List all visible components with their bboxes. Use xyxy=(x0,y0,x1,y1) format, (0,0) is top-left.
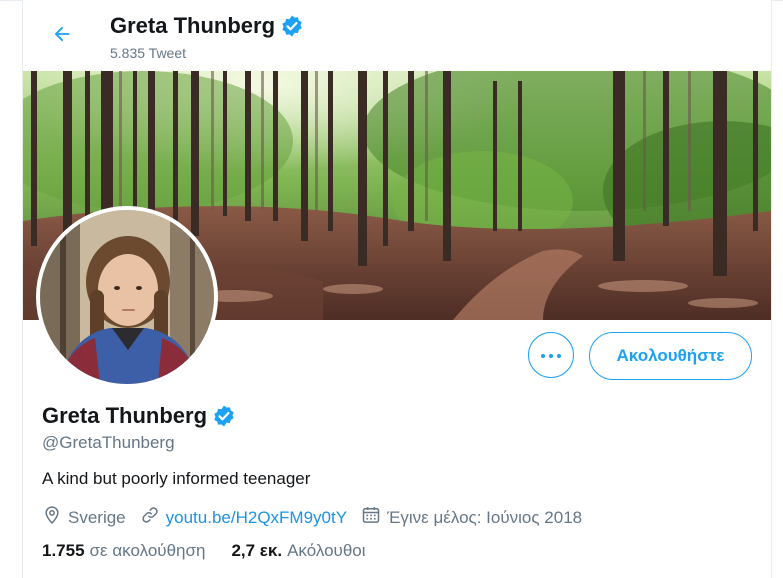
calendar-icon xyxy=(361,505,387,530)
more-options-button[interactable] xyxy=(528,332,574,378)
profile-name-row: Greta Thunberg xyxy=(42,402,236,430)
back-button[interactable] xyxy=(43,17,81,55)
profile-handle: @GretaThunberg xyxy=(42,433,175,452)
joined-item: Έγινε μέλος: Ιούνιος 2018 xyxy=(361,505,582,530)
following-count: 1.755 xyxy=(42,541,85,560)
website-link[interactable]: youtu.be/H2QxFM9y0tY xyxy=(166,508,347,528)
profile-header: Greta Thunberg 5.835 Tweet xyxy=(23,0,771,70)
follow-button[interactable]: Ακολουθήστε xyxy=(589,332,752,380)
link-icon xyxy=(140,505,166,530)
verified-badge-icon xyxy=(280,14,304,38)
profile-stats-row: 1.755 σε ακολούθηση 2,7 εκ. Ακόλουθοι xyxy=(42,541,392,561)
location-item: Sverige xyxy=(42,505,126,530)
followers-count: 2,7 εκ. xyxy=(231,541,283,560)
arrow-left-icon xyxy=(51,23,73,50)
followers-label: Ακόλουθοι xyxy=(287,541,366,560)
followers-stat[interactable]: 2,7 εκ. Ακόλουθοι xyxy=(231,541,365,561)
location-text: Sverige xyxy=(68,507,126,527)
verified-badge-icon xyxy=(212,404,236,428)
following-stat[interactable]: 1.755 σε ακολούθηση xyxy=(42,541,205,561)
website-item[interactable]: youtu.be/H2QxFM9y0tY xyxy=(140,505,347,530)
avatar[interactable] xyxy=(36,206,218,388)
profile-name: Greta Thunberg xyxy=(42,403,208,428)
following-label: σε ακολούθηση xyxy=(89,541,206,560)
more-options-icon xyxy=(540,346,562,364)
joined-text: Έγινε μέλος: Ιούνιος 2018 xyxy=(387,507,583,527)
profile-bio: A kind but poorly informed teenager xyxy=(42,469,311,488)
location-pin-icon xyxy=(42,505,68,530)
tweet-count: 5.835 Tweet xyxy=(110,45,187,61)
profile-column: Greta Thunberg 5.835 Tweet Ακολουθήστε G… xyxy=(22,0,772,578)
header-name: Greta Thunberg xyxy=(110,13,276,38)
header-title-row: Greta Thunberg xyxy=(110,12,304,40)
profile-meta-row: Sverige youtu.be/H2QxFM9y0tY Έγινε μέλος… xyxy=(42,505,596,530)
